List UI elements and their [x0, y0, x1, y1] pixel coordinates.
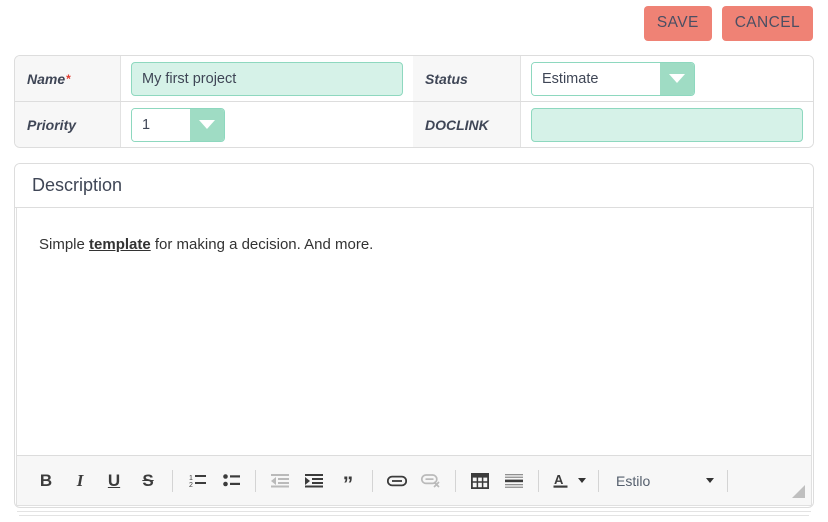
form-row-priority-doclink: Priority 1 DOCLINK	[15, 102, 813, 147]
project-edit-page: SAVE CANCEL Name* Status Estimate	[0, 0, 828, 522]
editor-text-emphasis: template	[89, 236, 151, 253]
blockquote-icon[interactable]: ”	[334, 462, 362, 499]
insert-link-icon[interactable]	[383, 467, 411, 495]
editor-resize-handle[interactable]	[792, 485, 805, 498]
underline-icon[interactable]: U	[100, 467, 128, 495]
bulleted-list-icon[interactable]	[217, 467, 245, 495]
svg-text:2: 2	[189, 482, 193, 488]
numbered-list-icon[interactable]: 1 2	[183, 467, 211, 495]
rich-text-editor: Simple template for making a decision. A…	[16, 208, 812, 506]
priority-select[interactable]: 1	[131, 107, 225, 142]
editor-text-before: Simple	[39, 236, 90, 253]
text-color-caret-icon[interactable]	[576, 467, 588, 495]
toolbar-divider	[598, 469, 599, 492]
toolbar-divider	[538, 469, 539, 492]
svg-text:A: A	[554, 472, 564, 487]
svg-text:1: 1	[189, 475, 193, 482]
panel-stack-edge	[17, 511, 811, 512]
insert-table-icon[interactable]	[466, 467, 494, 495]
chevron-down-icon	[706, 478, 714, 483]
description-panel: Description Simple template for making a…	[14, 163, 814, 508]
status-value-cell: Estimate	[521, 56, 813, 101]
priority-label-cell: Priority	[15, 102, 121, 147]
name-label-cell: Name *	[15, 56, 121, 101]
toolbar-divider	[455, 469, 456, 492]
chevron-down-icon[interactable]	[660, 62, 694, 95]
indent-icon[interactable]	[300, 467, 328, 495]
fields-panel: Name* Status Estimate Priority	[14, 55, 814, 148]
outdent-icon	[266, 467, 294, 495]
required-asterisk: *	[66, 71, 71, 86]
doclink-input[interactable]	[531, 107, 803, 142]
doclink-label-cell: DOCLINK	[413, 102, 521, 147]
save-button[interactable]: SAVE	[643, 6, 712, 41]
priority-label: Priority	[27, 116, 77, 133]
chevron-down-icon[interactable]	[190, 108, 224, 141]
status-select[interactable]: Estimate	[531, 61, 695, 96]
horizontal-rule-icon[interactable]	[500, 467, 528, 495]
name-label: Name	[27, 70, 66, 87]
status-label: Status	[425, 70, 468, 87]
strikethrough-icon[interactable]: S	[134, 467, 162, 495]
priority-select-value: 1	[132, 108, 190, 141]
toolbar-divider	[372, 469, 373, 492]
action-bar: SAVE CANCEL	[0, 0, 828, 47]
cancel-button[interactable]: CANCEL	[721, 6, 813, 41]
panel-stack-edge	[19, 515, 809, 516]
doclink-value-cell	[521, 102, 813, 147]
editor-content-area[interactable]: Simple template for making a decision. A…	[17, 208, 811, 455]
editor-text-after: for making a decision. And more.	[150, 236, 374, 253]
bold-icon[interactable]: B	[32, 467, 60, 495]
remove-link-icon	[417, 467, 445, 495]
italic-icon[interactable]: I	[66, 467, 94, 495]
toolbar-divider	[255, 469, 256, 492]
description-header: Description	[15, 164, 813, 208]
name-input[interactable]	[131, 61, 403, 96]
editor-toolbar: B I U S 1 2 ” A Estilo	[17, 455, 811, 505]
style-dropdown-label: Estilo	[616, 472, 651, 489]
description-heading: Description	[32, 175, 123, 195]
name-value-cell	[121, 56, 413, 101]
toolbar-divider	[172, 469, 173, 492]
style-dropdown[interactable]: Estilo	[616, 473, 720, 489]
status-select-value: Estimate	[532, 62, 660, 95]
form-row-name-status: Name* Status Estimate	[15, 56, 813, 102]
priority-value-cell: 1	[121, 102, 413, 147]
status-label-cell: Status	[413, 56, 521, 101]
text-color-icon[interactable]: A	[549, 467, 573, 495]
doclink-label: DOCLINK	[425, 116, 489, 133]
toolbar-divider	[727, 469, 728, 492]
